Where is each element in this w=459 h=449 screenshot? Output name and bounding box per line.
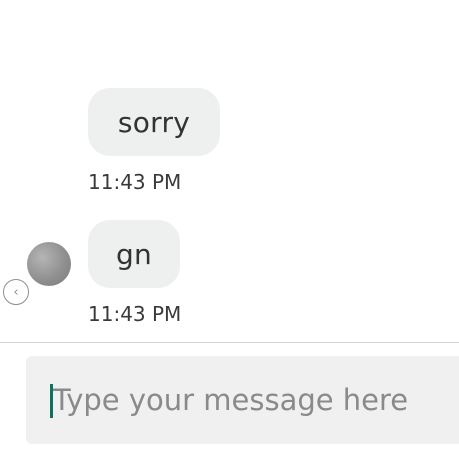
message-bubble[interactable]: gn [88, 220, 180, 288]
message-timestamp: 11:43 PM [88, 170, 182, 194]
message-text: sorry [117, 105, 191, 139]
divider [0, 342, 459, 343]
message-list: sorry 11:43 PM ‹ gn 11:43 PM [0, 0, 459, 342]
message-composer[interactable] [26, 356, 459, 444]
chevron-left-icon[interactable]: ‹ [3, 279, 29, 305]
sender-avatar[interactable] [27, 242, 71, 286]
message-timestamp: 11:43 PM [88, 302, 182, 326]
message-input[interactable] [53, 378, 453, 422]
message-bubble[interactable]: sorry [88, 88, 220, 156]
message-text: gn [115, 237, 153, 271]
